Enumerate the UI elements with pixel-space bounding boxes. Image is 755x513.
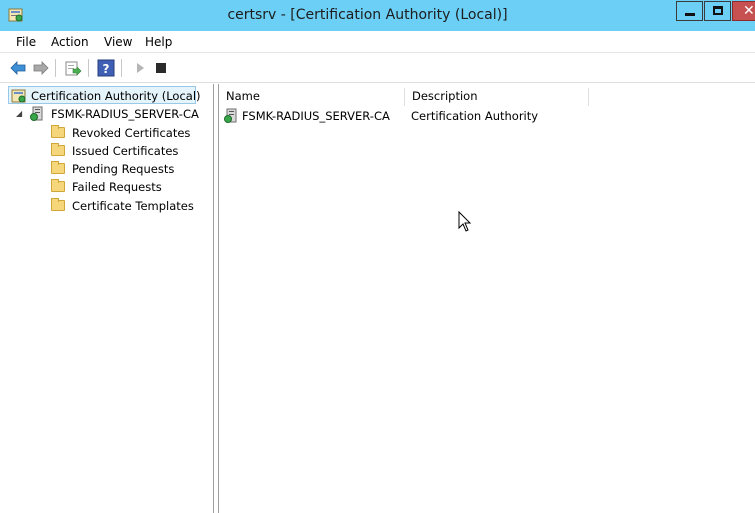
tree-item-label: FSMK-RADIUS_SERVER-CA — [51, 107, 199, 121]
column-header-description[interactable]: Description — [405, 88, 589, 106]
ca-server-icon — [224, 108, 237, 123]
close-button[interactable]: ✕ — [732, 1, 755, 21]
folder-icon — [51, 179, 65, 192]
svg-text:?: ? — [103, 62, 110, 76]
list-item-name: FSMK-RADIUS_SERVER-CA — [242, 109, 390, 123]
forward-arrow-icon[interactable] — [32, 59, 50, 77]
stop-service-icon[interactable] — [152, 59, 170, 77]
help-icon[interactable]: ? — [97, 59, 115, 77]
export-list-icon[interactable] — [64, 59, 82, 77]
title-bar: certsrv - [Certification Authority (Loca… — [0, 0, 755, 31]
tree-item-revoked-certificates[interactable]: Revoked Certificates — [50, 124, 200, 142]
folder-icon — [51, 143, 65, 156]
maximize-button[interactable] — [704, 1, 731, 21]
list-item-description: Certification Authority — [411, 109, 539, 123]
back-arrow-icon[interactable] — [9, 59, 27, 77]
tree-item-label: Failed Requests — [72, 180, 162, 194]
tree-item-ca-server[interactable]: ◢ FSMK-RADIUS_SERVER-CA — [16, 105, 206, 123]
column-header-name[interactable]: Name — [219, 88, 405, 106]
start-service-icon[interactable] — [131, 59, 149, 77]
menu-action[interactable]: Action — [51, 35, 89, 49]
menu-help[interactable]: Help — [145, 35, 172, 49]
result-list: Name Description FSMK-RADIUS_SERVER-CA C… — [219, 84, 755, 513]
certification-authority-icon — [11, 89, 26, 103]
list-item[interactable]: FSMK-RADIUS_SERVER-CA Certification Auth… — [223, 106, 603, 126]
window-title: certsrv - [Certification Authority (Loca… — [227, 7, 508, 23]
minimize-icon — [685, 13, 695, 16]
expand-arrow-icon[interactable]: ◢ — [16, 105, 22, 123]
tree-item-label: Pending Requests — [72, 162, 175, 176]
tree-item-failed-requests[interactable]: Failed Requests — [50, 178, 200, 196]
tree-item-certificate-templates[interactable]: Certificate Templates — [50, 197, 200, 215]
folder-icon — [51, 198, 65, 211]
minimize-button[interactable] — [676, 1, 703, 21]
ca-server-icon — [30, 106, 43, 121]
tree-item-label: Certification Authority (Local) — [31, 89, 201, 103]
folder-icon — [51, 125, 65, 138]
menu-bar: File Action View Help — [0, 31, 755, 53]
tree-item-label: Certificate Templates — [72, 199, 194, 213]
menu-file[interactable]: File — [16, 35, 36, 49]
tree-item-issued-certificates[interactable]: Issued Certificates — [50, 142, 200, 160]
close-icon: ✕ — [743, 3, 755, 19]
toolbar-separator — [88, 59, 89, 77]
tree-item-certification-authority-local[interactable]: Certification Authority (Local) — [8, 86, 201, 104]
tree-item-pending-requests[interactable]: Pending Requests — [50, 160, 200, 178]
console-tree: Certification Authority (Local) ◢ FSMK-R… — [0, 84, 213, 513]
mouse-cursor-icon — [458, 211, 472, 232]
maximize-icon — [713, 6, 723, 15]
tree-item-label: Revoked Certificates — [72, 126, 191, 140]
toolbar-separator — [121, 59, 122, 77]
folder-icon — [51, 161, 65, 174]
tree-item-label: Issued Certificates — [72, 144, 179, 158]
toolbar-separator — [55, 59, 56, 77]
menu-view[interactable]: View — [104, 35, 132, 49]
toolbar: ? — [0, 53, 755, 83]
